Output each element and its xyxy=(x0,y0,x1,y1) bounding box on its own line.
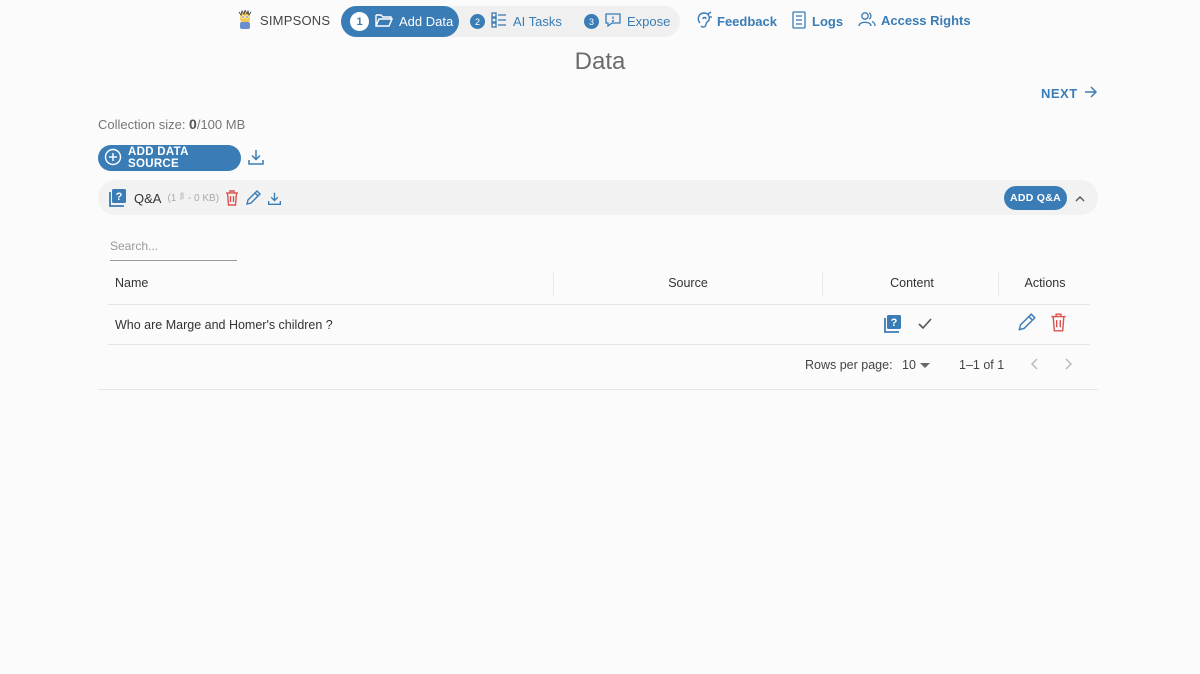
top-nav: SIMPSONS 1 Add Data 2 AI Tasks 3 Expose … xyxy=(0,6,1200,38)
qa-table: Name Source Content Actions Who are Marg… xyxy=(108,264,1090,345)
search-field xyxy=(110,237,237,261)
pagination-range: 1–1 of 1 xyxy=(959,358,1005,372)
section-divider xyxy=(98,389,1098,390)
step-number: 3 xyxy=(584,14,599,29)
search-input[interactable] xyxy=(110,239,237,253)
chevron-up-icon[interactable] xyxy=(1074,191,1086,209)
nav-link-label: Feedback xyxy=(717,14,777,29)
edit-icon[interactable] xyxy=(1017,313,1036,332)
collection-used: 0 xyxy=(189,116,197,132)
step-number: 1 xyxy=(350,12,369,31)
nav-link-logs[interactable]: Logs xyxy=(791,11,843,32)
chevron-left-icon[interactable] xyxy=(1030,357,1040,376)
brand[interactable]: SIMPSONS xyxy=(236,8,331,30)
rows-per-page-label: Rows per page: xyxy=(805,358,893,372)
row-name: Who are Marge and Homer's children ? xyxy=(115,318,333,332)
list-tasks-icon xyxy=(491,12,507,31)
next-label: NEXT xyxy=(1041,86,1078,101)
data-source-count: (1 xyxy=(167,193,180,204)
brand-name: SIMPSONS xyxy=(260,12,331,28)
download-source-icon[interactable] xyxy=(267,191,282,206)
nav-link-access-rights[interactable]: Access Rights xyxy=(858,11,971,30)
folder-open-icon xyxy=(375,12,394,31)
caret-down-icon xyxy=(919,358,930,372)
svg-text:?: ? xyxy=(116,191,123,203)
collection-size: Collection size: 0/100 MB xyxy=(98,116,245,132)
step-label: AI Tasks xyxy=(513,14,562,29)
next-button[interactable]: NEXT xyxy=(1041,86,1097,101)
rows-per-page-select[interactable]: 10 xyxy=(902,358,930,372)
nav-link-feedback[interactable]: Feedback xyxy=(696,11,777,32)
data-source-name: Q&A xyxy=(134,190,162,206)
column-header-content[interactable]: Content xyxy=(822,276,1002,290)
simpsons-logo-icon xyxy=(236,8,254,30)
users-icon xyxy=(858,11,876,30)
table-header: Name Source Content Actions xyxy=(108,264,1090,305)
row-content: ? xyxy=(883,314,933,339)
rows-per-page-value: 10 xyxy=(902,358,916,372)
step-label: Expose xyxy=(627,14,671,29)
data-source-meta: (1 - 0 KB) xyxy=(167,192,219,204)
delete-source-icon[interactable] xyxy=(225,190,239,206)
column-header-source[interactable]: Source xyxy=(553,276,823,290)
row-actions xyxy=(1017,313,1067,332)
svg-text:?: ? xyxy=(891,317,898,329)
feedback-ear-icon xyxy=(696,11,712,32)
arrow-right-icon xyxy=(1084,86,1097,101)
qa-book-icon: ? xyxy=(883,314,903,339)
data-source-header: ? Q&A (1 - 0 KB) xyxy=(108,188,282,208)
download-icon[interactable] xyxy=(247,148,265,171)
table-row[interactable]: Who are Marge and Homer's children ? ? xyxy=(108,305,1090,345)
chevron-right-icon[interactable] xyxy=(1063,357,1073,376)
step-expose[interactable]: 3 Expose xyxy=(584,6,670,37)
add-data-source-label: ADD DATA SOURCE xyxy=(128,146,189,170)
column-header-name[interactable]: Name xyxy=(115,276,148,290)
add-data-source-button[interactable]: ADD DATA SOURCE xyxy=(98,145,241,171)
add-qa-button[interactable]: ADD Q&A xyxy=(1004,186,1067,210)
pagination: Rows per page: 10 1–1 of 1 xyxy=(108,345,1090,385)
workflow-stepper: 1 Add Data 2 AI Tasks 3 Expose xyxy=(341,6,680,37)
plus-circle-icon xyxy=(104,148,122,169)
step-ai-tasks[interactable]: 2 AI Tasks xyxy=(470,6,562,37)
column-header-actions: Actions xyxy=(1024,276,1066,290)
data-source-size: - 0 KB) xyxy=(185,193,220,204)
data-source-bar: ? Q&A (1 - 0 KB) ADD Q&A xyxy=(98,180,1098,215)
page-title: Data xyxy=(574,48,626,75)
notebook-icon xyxy=(791,11,807,32)
collection-label: Collection size: xyxy=(98,117,190,132)
step-label: Add Data xyxy=(399,14,454,29)
check-icon xyxy=(917,317,933,336)
qa-book-icon: ? xyxy=(108,188,128,208)
delete-icon[interactable] xyxy=(1050,313,1067,332)
chat-bubble-icon xyxy=(605,12,621,31)
step-add-data[interactable]: 1 Add Data xyxy=(341,6,459,37)
step-number: 2 xyxy=(470,14,485,29)
column-divider xyxy=(998,273,999,295)
nav-link-label: Logs xyxy=(812,14,844,29)
nav-link-label: Access Rights xyxy=(881,13,971,28)
app-root: SIMPSONS 1 Add Data 2 AI Tasks 3 Expose … xyxy=(0,0,1200,674)
edit-source-icon[interactable] xyxy=(245,190,262,206)
collection-total: /100 MB xyxy=(196,117,246,132)
